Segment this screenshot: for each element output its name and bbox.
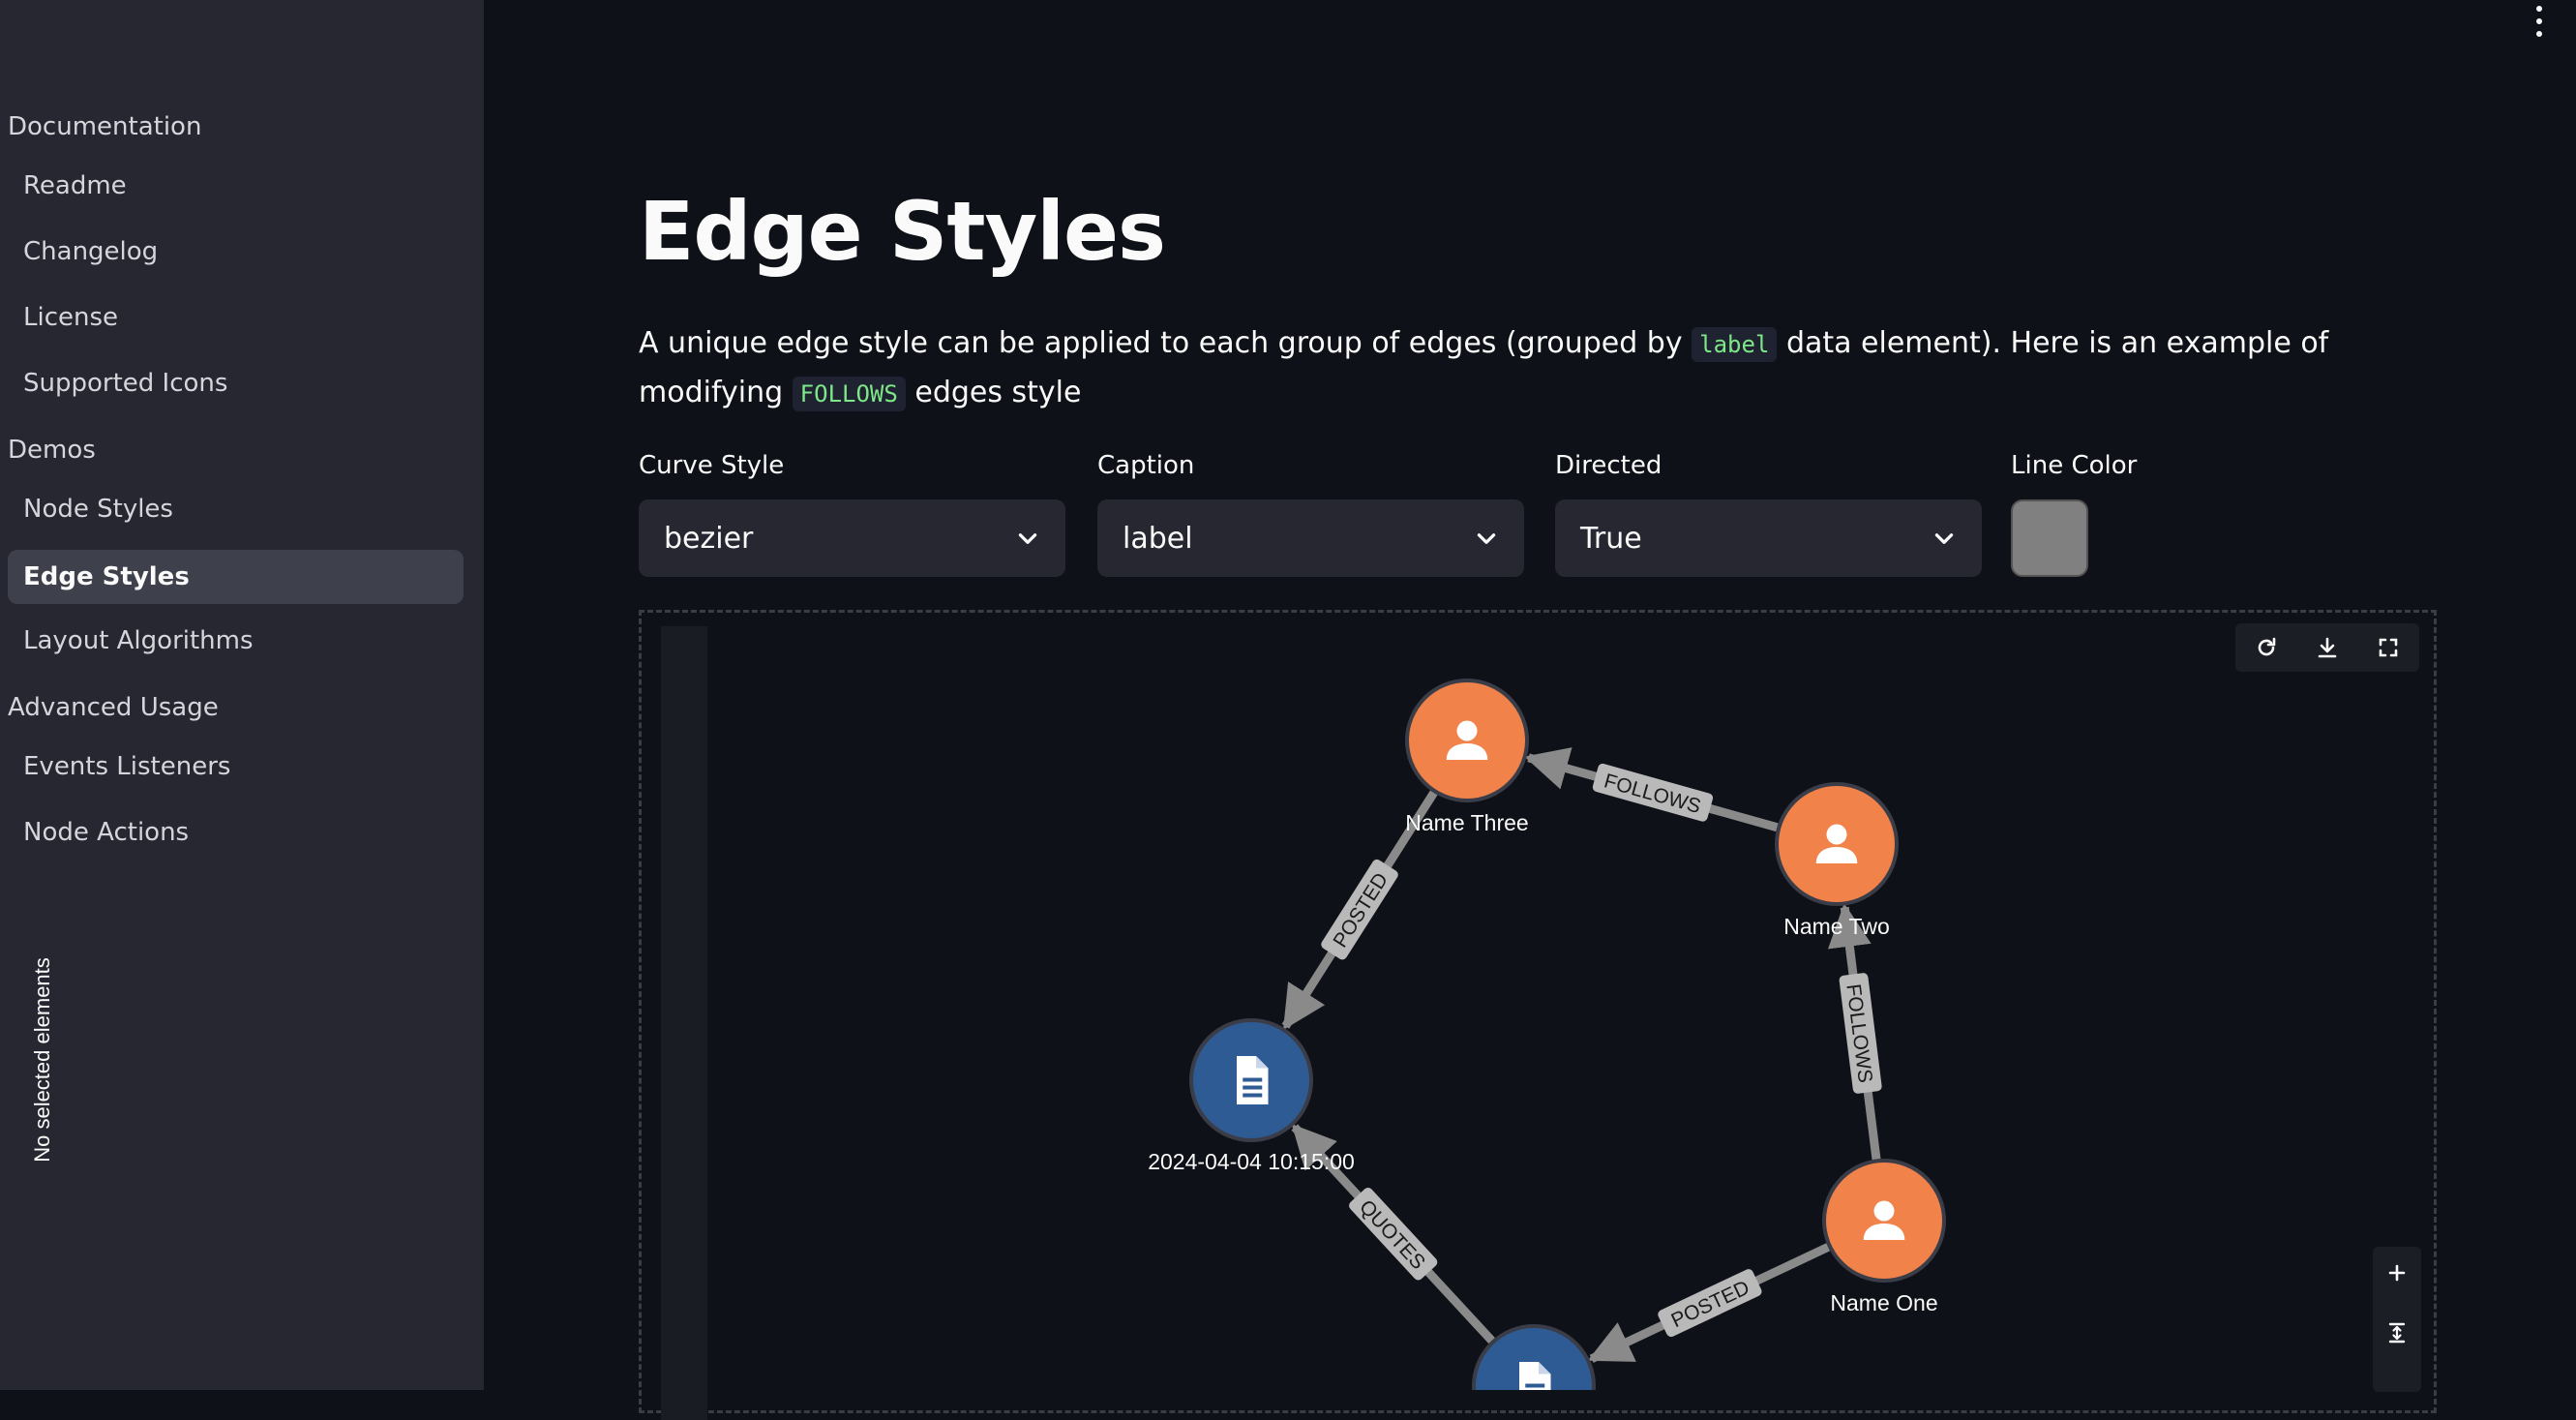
zoom-in-icon: [2388, 1264, 2406, 1282]
graph-toolbar: [2235, 623, 2419, 672]
svg-text:QUOTES: QUOTES: [1355, 1195, 1429, 1274]
nodes-layer: Name Three Name Two Name One 2024-04-04 10:…: [1148, 679, 1946, 1390]
edge-label: QUOTES: [1349, 1187, 1438, 1281]
edge-label: POSTED: [1321, 859, 1398, 960]
graph-canvas[interactable]: FOLLOWS FOLLOWS POSTED QUOTES POSTED Name Th…: [0, 0, 2576, 1390]
download-button[interactable]: [2308, 628, 2347, 667]
refresh-button[interactable]: [2247, 628, 2286, 667]
fit-view-button[interactable]: [2373, 1309, 2421, 1357]
node-label: 2024-04-04 10:15:00: [1148, 1149, 1355, 1174]
svg-text:FOLLOWS: FOLLOWS: [1602, 770, 1703, 818]
node-post1[interactable]: 2024-04-04 10:15:00: [1148, 1018, 1355, 1174]
zoom-controls: [2373, 1247, 2421, 1392]
edge-label: POSTED: [1658, 1269, 1762, 1338]
node-two[interactable]: Name Two: [1775, 782, 1899, 939]
node-one[interactable]: Name One: [1822, 1159, 1946, 1315]
node-three[interactable]: Name Three: [1405, 679, 1529, 835]
node-label: Name Two: [1783, 914, 1890, 939]
fullscreen-icon: [2380, 638, 2398, 657]
edge-label: FOLLOWS: [1839, 973, 1882, 1094]
refresh-icon: [2258, 637, 2275, 656]
node-label: Name Three: [1405, 810, 1528, 835]
download-icon: [2318, 637, 2337, 658]
fit-icon: [2388, 1322, 2406, 1344]
edge-label: FOLLOWS: [1592, 763, 1714, 822]
zoom-in-button[interactable]: [2373, 1249, 2421, 1297]
node-label: Name One: [1830, 1290, 1937, 1315]
fullscreen-button[interactable]: [2369, 628, 2408, 667]
